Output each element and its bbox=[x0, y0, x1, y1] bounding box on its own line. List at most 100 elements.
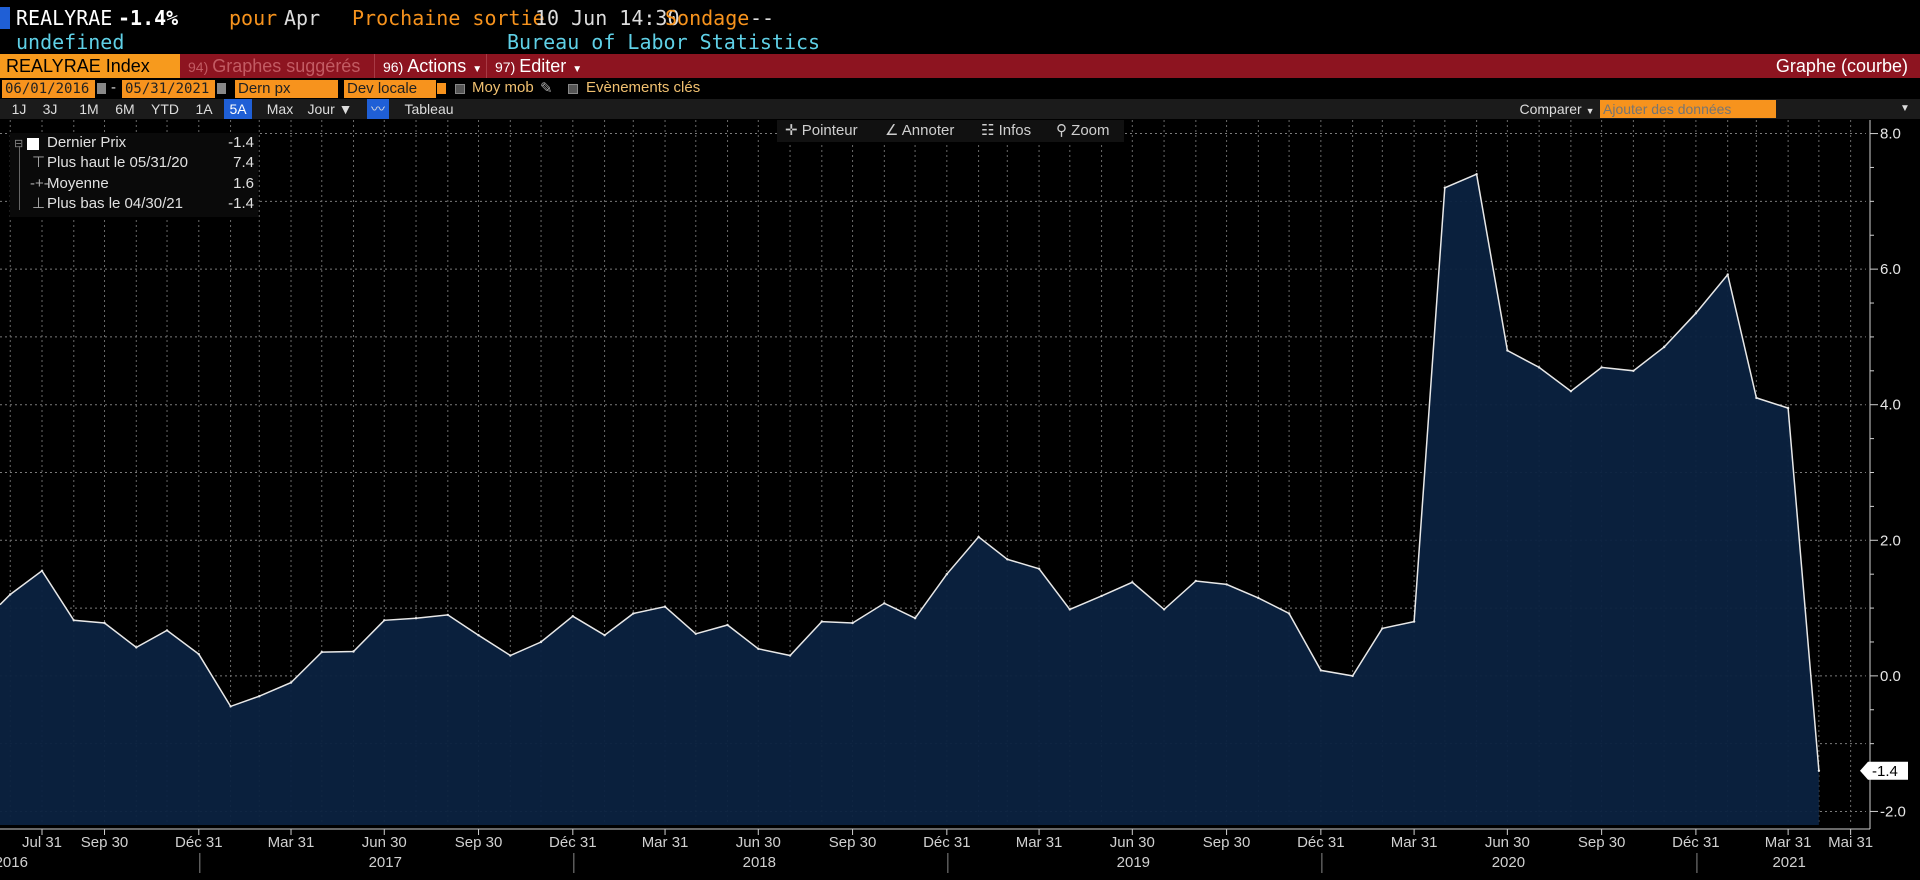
range-1m[interactable]: 1M bbox=[74, 99, 104, 119]
edit-button[interactable]: 97) Editer ▼ bbox=[486, 54, 595, 78]
key-events-label: Evènements clés bbox=[586, 79, 701, 96]
y-tick-label: 0.0 bbox=[1880, 668, 1901, 685]
data-point bbox=[352, 650, 355, 653]
pour-label: pour bbox=[229, 6, 278, 30]
legend-row-high: ⊤ Plus haut le 05/31/20 7.4 bbox=[10, 153, 258, 173]
pointer-tool[interactable]: ✛ Pointeur bbox=[785, 120, 858, 142]
x-tick-label: Jun 30 bbox=[736, 834, 781, 851]
data-point bbox=[477, 634, 480, 637]
range-5a[interactable]: 5A bbox=[224, 99, 252, 119]
legend-label: Moyenne bbox=[47, 175, 109, 192]
x-tick-label: Déc 31 bbox=[549, 834, 597, 851]
data-point bbox=[571, 615, 574, 618]
suggested-label: Graphes suggérés bbox=[212, 56, 361, 76]
ticker-marker bbox=[0, 7, 10, 29]
data-point bbox=[1600, 366, 1603, 369]
last-value-text: -1.4 bbox=[1872, 763, 1898, 780]
undefined-text: undefined bbox=[16, 30, 125, 54]
compare-label: Comparer bbox=[1519, 101, 1582, 117]
data-point bbox=[383, 619, 386, 622]
start-date-input[interactable]: 06/01/2016 bbox=[2, 80, 95, 98]
legend-row-last: Dernier Prix -1.4 bbox=[10, 133, 258, 153]
ticker-symbol: REALYRAE bbox=[16, 6, 113, 30]
legend-label: Dernier Prix bbox=[47, 134, 127, 151]
infos-tool[interactable]: ☷ Infos bbox=[981, 120, 1031, 142]
calendar-icon[interactable] bbox=[97, 83, 106, 94]
table-button[interactable]: Tableau bbox=[398, 99, 460, 119]
x-tick-label: Mar 31 bbox=[642, 834, 689, 851]
x-tick-label: Sep 30 bbox=[829, 834, 877, 851]
chevron-down-icon[interactable] bbox=[437, 83, 446, 94]
line-chart-icon[interactable]: 〰 bbox=[367, 99, 389, 119]
data-point bbox=[1351, 674, 1354, 678]
data-point bbox=[603, 634, 606, 637]
y-tick-label: -2.0 bbox=[1880, 803, 1906, 820]
annotate-tool[interactable]: ∠ Annoter bbox=[885, 120, 954, 142]
change-value: -1.4% bbox=[118, 6, 179, 30]
range-ytd[interactable]: YTD bbox=[146, 99, 184, 119]
compare-button[interactable]: Comparer ▼ bbox=[1512, 99, 1602, 119]
data-point bbox=[1632, 369, 1635, 372]
data-point bbox=[72, 619, 76, 622]
x-axis: Jul 31 Sep 30 Déc 31 Mar 31 Jun 30 Sep 30 Déc … bbox=[0, 828, 1873, 871]
zoom-label: Zoom bbox=[1071, 122, 1110, 139]
graph-type-label[interactable]: Graphe (courbe) bbox=[1776, 54, 1908, 78]
data-point bbox=[1006, 558, 1009, 561]
range-max[interactable]: Max bbox=[262, 99, 298, 119]
data-point bbox=[229, 705, 232, 708]
range-1a[interactable]: 1A bbox=[190, 99, 218, 119]
infos-label: Infos bbox=[998, 122, 1032, 139]
y-tick-label: 8.0 bbox=[1880, 126, 1901, 143]
actions-button[interactable]: 96) Actions ▼ bbox=[374, 54, 493, 78]
last-value-label: -1.4 bbox=[1860, 761, 1908, 780]
period-select[interactable]: Jour ▼ bbox=[305, 99, 355, 119]
series-area bbox=[0, 174, 1819, 825]
x-tick-label: Déc 31 bbox=[1297, 834, 1345, 851]
x-tick-label: Mar 31 bbox=[1765, 834, 1812, 851]
year-label: 2018 bbox=[743, 854, 776, 871]
data-point bbox=[1100, 594, 1103, 598]
suggested-graphs-button[interactable]: 94) Graphes suggérés bbox=[182, 54, 374, 78]
crosshair-icon: ✛ bbox=[785, 122, 798, 139]
year-separators bbox=[199, 853, 1698, 873]
calendar-icon[interactable] bbox=[217, 83, 226, 94]
data-point bbox=[757, 647, 760, 650]
pencil-icon[interactable]: ✎ bbox=[540, 79, 553, 97]
key-events-checkbox[interactable] bbox=[568, 84, 578, 94]
data-point bbox=[1726, 273, 1729, 276]
range-1j[interactable]: 1J bbox=[6, 99, 32, 119]
settings-dropdown-icon[interactable]: ▼ bbox=[1895, 99, 1915, 119]
range-6m[interactable]: 6M bbox=[110, 99, 140, 119]
add-data-input[interactable] bbox=[1600, 100, 1776, 118]
y-tick-label: 6.0 bbox=[1880, 261, 1901, 278]
x-tick-label: Jun 30 bbox=[1485, 834, 1530, 851]
suggested-num: 94) bbox=[188, 59, 209, 75]
actions-label: Actions bbox=[407, 56, 467, 76]
data-point bbox=[1257, 596, 1260, 600]
legend-value: -1.4 bbox=[228, 195, 254, 212]
low-marker-icon: ⊥ bbox=[32, 195, 46, 212]
moving-average-checkbox[interactable] bbox=[455, 84, 465, 94]
data-point bbox=[103, 621, 106, 625]
data-point bbox=[289, 681, 293, 684]
data-point bbox=[945, 573, 948, 576]
chart-area[interactable]: 8.0 6.0 4.0 2.0 0.0 -2.0 Jul 31 Sep 30 Déc 31 Ma… bbox=[0, 120, 1920, 880]
data-point bbox=[1162, 608, 1166, 611]
index-tab[interactable]: REALYRAE Index bbox=[0, 54, 180, 78]
price-field-select[interactable]: Dern px bbox=[235, 80, 338, 98]
pencil-icon: ∠ bbox=[885, 122, 899, 139]
currency-select[interactable]: Dev locale bbox=[344, 80, 436, 98]
chevron-down-icon: ▼ bbox=[1585, 106, 1595, 116]
year-label: 2017 bbox=[369, 854, 402, 871]
end-date-input[interactable]: 05/31/2021 bbox=[122, 80, 215, 98]
legend-value: 1.6 bbox=[233, 175, 254, 192]
legend-row-low: ⊥ Plus bas le 04/30/21 -1.4 bbox=[10, 194, 258, 214]
data-point bbox=[1443, 186, 1447, 189]
data-point bbox=[1381, 627, 1384, 630]
x-tick-label: Jun 30 bbox=[1110, 834, 1155, 851]
data-source: Bureau of Labor Statistics bbox=[507, 30, 821, 54]
range-3j[interactable]: 3J bbox=[37, 99, 63, 119]
data-point bbox=[1068, 608, 1072, 611]
high-marker-icon: ⊤ bbox=[32, 154, 46, 171]
zoom-tool[interactable]: ⚲ Zoom bbox=[1056, 120, 1110, 142]
